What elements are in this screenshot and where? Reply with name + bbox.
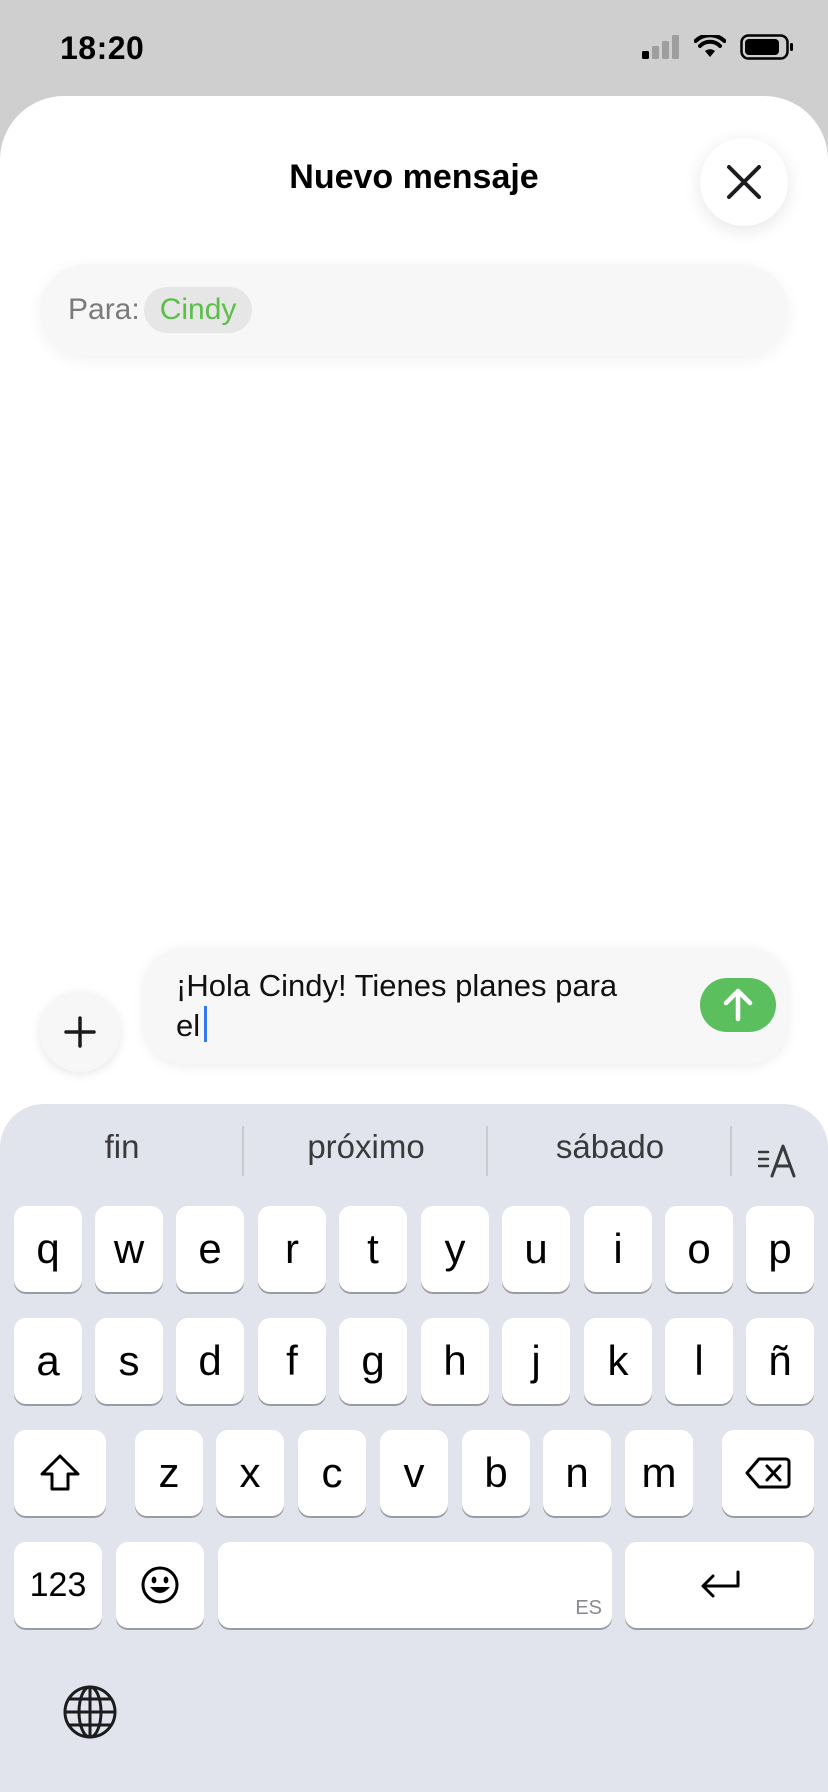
close-icon (727, 165, 761, 199)
key-y[interactable]: y (421, 1206, 489, 1292)
suggestion-item[interactable]: sábado (490, 1128, 730, 1166)
message-text-line2-text: el (176, 1008, 201, 1043)
key-o[interactable]: o (665, 1206, 733, 1292)
key-q[interactable]: q (14, 1206, 82, 1292)
emoji-key[interactable] (116, 1542, 204, 1628)
shift-key[interactable] (14, 1430, 106, 1516)
key-f[interactable]: f (258, 1318, 326, 1404)
to-field[interactable]: Para: Cindy (40, 264, 788, 356)
backspace-icon (745, 1457, 791, 1489)
key-n[interactable]: n (543, 1430, 611, 1516)
send-button[interactable] (700, 978, 776, 1032)
backspace-key[interactable] (722, 1430, 814, 1516)
return-key[interactable] (625, 1542, 814, 1628)
key-r[interactable]: r (258, 1206, 326, 1292)
status-time: 18:20 (60, 30, 145, 66)
key-i[interactable]: i (584, 1206, 652, 1292)
space-language-label: ES (575, 1597, 602, 1619)
key-t[interactable]: t (339, 1206, 407, 1292)
key-w[interactable]: w (95, 1206, 163, 1292)
plus-icon (64, 1016, 96, 1048)
wifi-icon (694, 35, 726, 57)
suggestion-divider (730, 1126, 732, 1176)
to-label: Para: (68, 293, 140, 326)
battery-icon (740, 34, 793, 60)
return-icon (701, 1570, 739, 1598)
message-text-line2: el (176, 1006, 656, 1046)
key-d[interactable]: d (176, 1318, 244, 1404)
suggestion-divider (486, 1126, 488, 1176)
key-g[interactable]: g (339, 1318, 407, 1404)
suggestion-bar: fin próximo sábado (0, 1104, 828, 1194)
key-h[interactable]: h (421, 1318, 489, 1404)
status-bar: 18:20 (0, 0, 828, 100)
key-m[interactable]: m (625, 1430, 693, 1516)
status-icons (642, 34, 794, 60)
shift-icon (40, 1454, 80, 1491)
key-z[interactable]: z (135, 1430, 203, 1516)
numbers-key[interactable]: 123 (14, 1542, 102, 1628)
emoji-icon (141, 1566, 179, 1604)
key-v[interactable]: v (380, 1430, 448, 1516)
text-format-icon[interactable] (758, 1140, 798, 1180)
key-s[interactable]: s (95, 1318, 163, 1404)
key-j[interactable]: j (502, 1318, 570, 1404)
key-k[interactable]: k (584, 1318, 652, 1404)
message-text: ¡Hola Cindy! Tienes planes para el (176, 966, 656, 1046)
keyboard: fin próximo sábado q w e r t y u i o p a… (0, 1104, 828, 1792)
close-button[interactable] (700, 138, 788, 226)
suggestion-item[interactable]: fin (2, 1128, 242, 1166)
suggestion-item[interactable]: próximo (246, 1128, 486, 1166)
signal-icon (642, 35, 679, 59)
key-u[interactable]: u (502, 1206, 570, 1292)
key-c[interactable]: c (298, 1430, 366, 1516)
send-arrow-icon (723, 988, 753, 1022)
globe-icon[interactable] (62, 1684, 118, 1740)
key-n-tilde[interactable]: ñ (746, 1318, 814, 1404)
key-x[interactable]: x (216, 1430, 284, 1516)
key-e[interactable]: e (176, 1206, 244, 1292)
key-p[interactable]: p (746, 1206, 814, 1292)
key-b[interactable]: b (462, 1430, 530, 1516)
text-cursor (204, 1006, 208, 1042)
recipient-chip[interactable]: Cindy (143, 287, 253, 333)
space-bar[interactable]: ES (218, 1542, 612, 1628)
add-attachment-button[interactable] (40, 992, 120, 1072)
key-l[interactable]: l (665, 1318, 733, 1404)
message-input[interactable]: ¡Hola Cindy! Tienes planes para el (144, 948, 788, 1064)
key-a[interactable]: a (14, 1318, 82, 1404)
message-text-line1: ¡Hola Cindy! Tienes planes para (176, 968, 618, 1003)
suggestion-divider (242, 1126, 244, 1176)
